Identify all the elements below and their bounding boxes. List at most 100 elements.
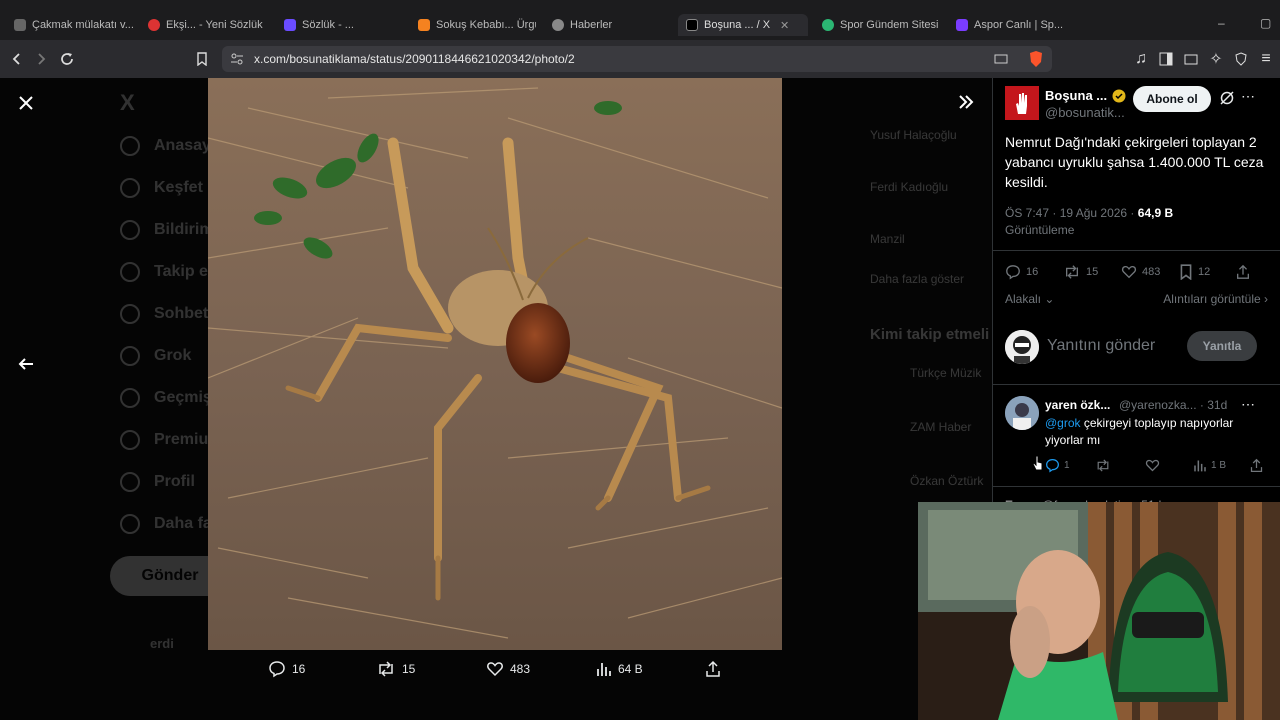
share-button[interactable] <box>1235 264 1251 280</box>
reply-count-button[interactable]: 16 <box>1005 264 1038 280</box>
heart-icon <box>487 662 503 677</box>
vpn-shield-icon[interactable] <box>1232 50 1250 68</box>
leo-ai-icon[interactable]: ✧ <box>1207 50 1225 68</box>
wallet-icon[interactable] <box>1182 50 1200 68</box>
more-icon <box>120 514 140 534</box>
home-icon <box>120 136 140 156</box>
cast-icon[interactable] <box>994 52 1008 66</box>
commenter-name[interactable]: yaren özk... <box>1045 398 1110 412</box>
comment-time: · 31d <box>1199 398 1228 412</box>
reply-submit-button[interactable]: Yanıtla <box>1187 331 1257 361</box>
repost-count-button[interactable]: 15 <box>1063 264 1098 280</box>
reply-input[interactable]: Yanıtını gönder <box>1047 337 1155 355</box>
tab-favicon <box>418 19 430 31</box>
site-settings-icon[interactable] <box>230 52 244 66</box>
nav-item: Profil <box>120 472 195 492</box>
divider <box>993 486 1280 487</box>
repost-button[interactable]: 15 <box>376 660 415 678</box>
view-quotes-link[interactable]: Alıntıları görüntüle › <box>1163 292 1268 306</box>
browser-tab[interactable]: Sokuş Kebabı... Ürgüp <box>418 14 536 36</box>
reply-button[interactable]: 16 <box>268 660 305 678</box>
comment-repost-button[interactable] <box>1095 458 1111 473</box>
brave-shield-icon[interactable] <box>1028 50 1044 68</box>
tab-label: Ekşi... - Yeni Sözlük <box>166 19 263 31</box>
tweet-photo[interactable] <box>208 78 782 650</box>
chevron-down-icon: ⌄ <box>1044 292 1055 306</box>
tab-favicon <box>552 19 564 31</box>
tab-label: Sözlük - ... <box>302 19 354 31</box>
close-tab-icon[interactable]: ✕ <box>780 19 789 32</box>
tab-label: Çakmak mülakatı v... <box>32 19 134 31</box>
like-count-button[interactable]: 483 <box>1121 264 1160 280</box>
maximize-icon[interactable]: ▢ <box>1260 16 1271 30</box>
repost-icon <box>1097 459 1109 472</box>
reply-icon <box>1006 265 1020 280</box>
bookmark-page-icon[interactable] <box>192 49 212 69</box>
profile-icon <box>120 472 140 492</box>
share-icon <box>706 660 720 677</box>
tab-label: Haberler <box>570 19 613 31</box>
browser-tab[interactable]: Aspor Canlı | Sp... <box>956 14 1066 36</box>
comment-like-button[interactable] <box>1145 458 1160 473</box>
more-options-icon[interactable]: ⋯ <box>1241 88 1256 105</box>
sidebar-icon[interactable] <box>1157 50 1175 68</box>
hand-icon <box>1016 93 1027 114</box>
x-logo-icon <box>686 19 698 31</box>
nav-item: Takip et <box>120 262 213 282</box>
tab-label: Aspor Canlı | Sp... <box>974 19 1064 31</box>
verified-badge-icon <box>1112 89 1126 102</box>
browser-tab[interactable]: Haberler <box>552 14 664 36</box>
reload-icon[interactable] <box>57 49 77 69</box>
comment-more-icon[interactable]: ⋯ <box>1241 396 1255 413</box>
comment-share-button[interactable] <box>1249 458 1264 473</box>
author-handle[interactable]: @bosunatik... <box>1045 105 1125 120</box>
menu-icon[interactable]: ≡ <box>1257 50 1275 68</box>
collapse-sidebar-icon[interactable] <box>955 91 977 113</box>
comment-actions: 1 1 B <box>1045 458 1273 476</box>
chevron-right-icon: › <box>1264 292 1268 306</box>
minimize-icon[interactable]: – <box>1218 16 1225 30</box>
bookmark-icon <box>120 388 140 408</box>
mention-link[interactable]: @grok <box>1045 416 1081 430</box>
follow-icon <box>120 262 140 282</box>
grok-icon <box>120 346 140 366</box>
tab-label: Sokuş Kebabı... Ürgüp <box>436 19 536 31</box>
tweet-metadata: ÖS 7:47 · 19 Ağu 2026 · 64,9 B Görüntülem… <box>1005 205 1275 239</box>
x-logo-icon: X <box>120 90 135 115</box>
like-button[interactable]: 483 <box>486 660 530 678</box>
previous-photo-icon[interactable] <box>15 353 37 375</box>
forward-icon[interactable] <box>31 49 51 69</box>
chat-icon <box>120 304 140 324</box>
browser-tab-active[interactable]: Boşuna ... / X ✕ <box>678 14 808 36</box>
commenter-avatar[interactable] <box>1005 396 1039 430</box>
grok-icon[interactable] <box>1219 90 1235 106</box>
tweet-stats: 16 15 483 12 <box>1005 264 1269 284</box>
back-icon[interactable] <box>7 49 27 69</box>
bookmark-count-button[interactable]: 12 <box>1179 264 1210 280</box>
browser-tab[interactable]: Ekşi... - Yeni Sözlük <box>148 14 268 36</box>
comment-text: @grok çekirgeyi toplayıp napıyorlar yiyo… <box>1045 416 1234 447</box>
browser-tab[interactable]: Çakmak mülakatı v... <box>14 14 134 36</box>
close-viewer-icon[interactable] <box>15 92 37 114</box>
browser-tab[interactable]: Sözlük - ... <box>284 14 402 36</box>
subscribe-button[interactable]: Abone ol <box>1133 86 1211 112</box>
comment-views-button[interactable]: 1 B <box>1193 458 1226 473</box>
tab-favicon <box>956 19 968 31</box>
comment-reply-button[interactable]: 1 <box>1045 458 1070 473</box>
streamer-webcam <box>918 502 1280 720</box>
browser-tab[interactable]: Spor Gündem Sitesi <box>822 14 940 36</box>
reply-icon <box>269 661 285 678</box>
tab-favicon <box>284 19 296 31</box>
views-button[interactable]: 64 B <box>596 660 643 678</box>
author-avatar[interactable] <box>1005 86 1039 120</box>
author-name[interactable]: Boşuna ... <box>1045 88 1126 103</box>
nav-item: Geçmiş <box>120 388 212 408</box>
commenter-handle[interactable]: @yarenozka... · 31d <box>1119 398 1227 412</box>
address-bar[interactable]: x.com/bosunatiklama/status/2090118446621… <box>222 46 1052 72</box>
media-icon[interactable]: ♫ <box>1132 50 1150 68</box>
tweet-time[interactable]: ÖS 7:47 · 19 Ağu 2026 · <box>1005 206 1138 220</box>
heart-icon <box>1145 459 1160 472</box>
share-button[interactable] <box>704 660 722 678</box>
reply-sort-dropdown[interactable]: Alakalı ⌄ <box>1005 292 1054 306</box>
nav-item: Keşfet <box>120 178 203 198</box>
